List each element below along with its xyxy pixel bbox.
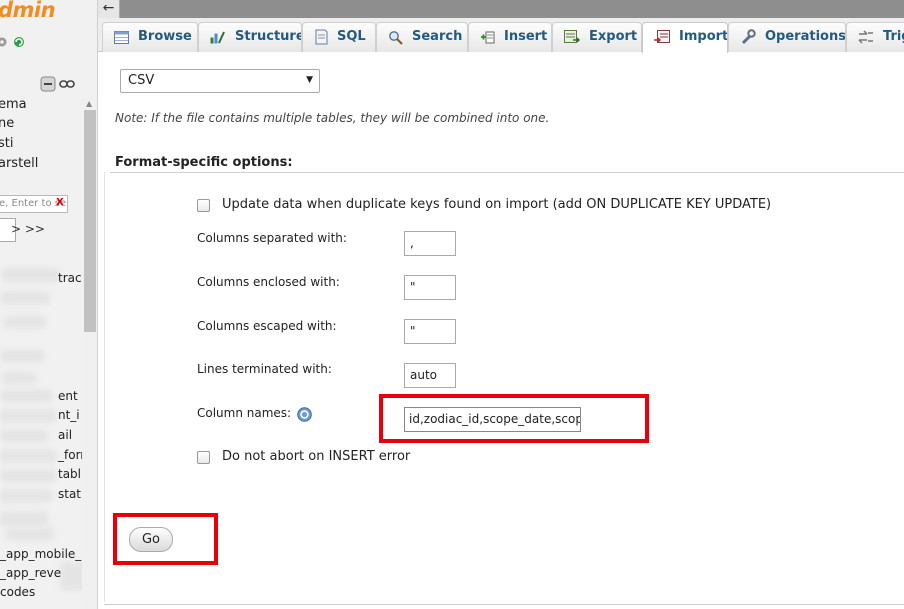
- tab-structure[interactable]: Structure: [198, 22, 302, 52]
- tab-label: Operations: [765, 29, 846, 44]
- nav-scrollbar-thumb[interactable]: [84, 110, 96, 332]
- collapse-all-icon[interactable]: [40, 76, 56, 92]
- tab-label: Trig: [883, 29, 904, 44]
- blurred-table-name: [0, 512, 48, 526]
- blurred-table-name: [0, 350, 44, 362]
- back-arrow-icon[interactable]: ←: [98, 0, 120, 18]
- tab-label: Browse: [138, 29, 192, 44]
- columns-separated-label: Columns separated with:: [197, 231, 347, 245]
- scroll-up-icon[interactable]: ▲: [86, 99, 92, 108]
- gear-icon[interactable]: [0, 35, 8, 49]
- blurred-table-name: [0, 430, 48, 442]
- lines-terminated-input[interactable]: auto: [404, 363, 456, 388]
- import-icon: [654, 30, 670, 43]
- export-icon: [564, 30, 580, 43]
- blurred-table-name: [6, 528, 54, 540]
- blurred-table-name: [0, 450, 56, 462]
- blurred-table-name: [0, 470, 56, 482]
- wrench-icon: [741, 29, 756, 45]
- format-select[interactable]: CSV ▼: [120, 69, 320, 93]
- format-selected-value: CSV: [128, 73, 155, 88]
- link-icon[interactable]: [59, 78, 75, 90]
- blurred-table-name: [2, 372, 36, 384]
- app-logo: dmin: [0, 0, 56, 22]
- columns-separated-input[interactable]: ,: [404, 231, 456, 256]
- chevron-down-icon: ▼: [306, 75, 313, 85]
- search-icon: [389, 30, 403, 45]
- nav-table-item[interactable]: _app_mobile_: [0, 547, 81, 561]
- nav-database-item[interactable]: arstell: [0, 156, 38, 171]
- nav-database-item[interactable]: ne: [0, 116, 14, 131]
- columns-escaped-label: Columns escaped with:: [197, 319, 337, 333]
- nav-table-item[interactable]: _app_reve: [0, 566, 61, 580]
- update-duplicates-label: Update data when duplicate keys found on…: [222, 197, 772, 212]
- blurred-table-name: [0, 390, 52, 402]
- tab-label: Insert: [504, 29, 548, 44]
- format-options-title: Format-specific options:: [115, 155, 293, 170]
- nav-table-item[interactable]: tabl: [58, 467, 81, 481]
- tab-browse[interactable]: Browse: [102, 22, 198, 52]
- blurred-table-name: [2, 268, 60, 282]
- do-not-abort-label: Do not abort on INSERT error: [222, 449, 411, 464]
- divider: [104, 172, 105, 602]
- nav-table-item[interactable]: ent: [58, 389, 78, 403]
- import-panel: CSV ▼ Note: If the file contains multipl…: [98, 52, 904, 609]
- help-icon[interactable]: [297, 407, 312, 422]
- divider: [110, 172, 904, 173]
- lines-terminated-label: Lines terminated with:: [197, 362, 332, 376]
- columns-enclosed-input[interactable]: ": [404, 275, 456, 300]
- pager-next-links[interactable]: > >>: [11, 222, 45, 236]
- sql-icon: [315, 29, 328, 45]
- multiple-tables-note: Note: If the file contains multiple tabl…: [115, 111, 550, 125]
- triggers-icon: [858, 30, 873, 44]
- columns-enclosed-label: Columns enclosed with:: [197, 275, 340, 289]
- insert-icon: [481, 31, 495, 43]
- tab-search[interactable]: Search: [376, 22, 468, 52]
- tab-export[interactable]: Export: [552, 22, 642, 52]
- tab-label: Structure: [235, 29, 302, 44]
- blurred-table-name: [0, 292, 50, 304]
- breadcrumb-bar: ←: [98, 0, 904, 18]
- column-names-input[interactable]: id,zodiac_id,scope_date,scope: [404, 407, 581, 432]
- blurred-table-name: [4, 316, 46, 328]
- tab-import[interactable]: Import: [642, 22, 728, 53]
- divider: [104, 604, 904, 605]
- tab-label: Import: [679, 29, 728, 44]
- tab-bar: Browse Structure SQL Search Insert Expor…: [98, 18, 904, 53]
- clear-filter-button[interactable]: X: [56, 197, 64, 208]
- blurred-table-name: [0, 410, 56, 422]
- go-button[interactable]: Go: [129, 527, 173, 552]
- nav-table-item[interactable]: codes: [0, 585, 35, 599]
- tab-label: SQL: [337, 29, 366, 44]
- tab-insert[interactable]: Insert: [468, 22, 552, 52]
- nav-table-item[interactable]: nt_i: [58, 408, 80, 422]
- update-duplicates-checkbox[interactable]: [197, 199, 210, 212]
- nav-scrollbar[interactable]: ▲: [82, 96, 97, 609]
- navigation-panel: dmin ema ne sti arstell e, Enter to se X…: [0, 0, 98, 609]
- column-names-label: Column names:: [197, 406, 292, 420]
- browse-icon: [114, 30, 129, 44]
- reload-icon[interactable]: [12, 35, 26, 49]
- blurred-table-name: [0, 490, 52, 502]
- structure-icon: [210, 31, 225, 44]
- tab-operations[interactable]: Operations: [728, 22, 846, 52]
- tab-triggers[interactable]: Trig: [846, 22, 904, 52]
- columns-escaped-input[interactable]: ": [404, 319, 456, 344]
- tab-sql[interactable]: SQL: [302, 22, 376, 52]
- tab-label: Export: [589, 29, 638, 44]
- tab-label: Search: [412, 29, 463, 44]
- nav-table-item[interactable]: ail: [58, 428, 72, 442]
- nav-database-item[interactable]: ema: [0, 97, 27, 112]
- do-not-abort-checkbox[interactable]: [197, 451, 210, 464]
- nav-database-item[interactable]: sti: [0, 136, 13, 151]
